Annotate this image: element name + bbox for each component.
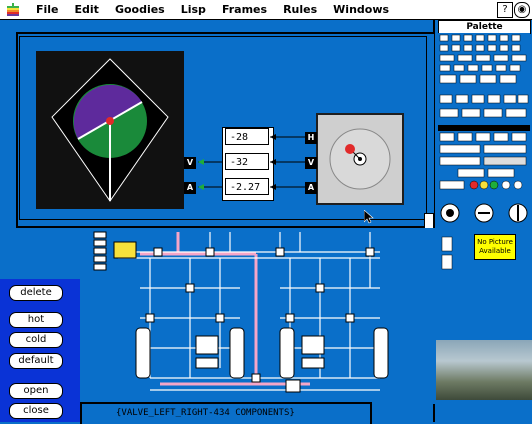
menu-rules[interactable]: Rules: [275, 3, 325, 16]
menu-file[interactable]: File: [28, 3, 67, 16]
delete-button[interactable]: delete: [9, 285, 63, 301]
light-gauge-panel: [316, 113, 404, 205]
dial-marker: [345, 144, 355, 154]
palette-components: [438, 33, 530, 270]
resize-handle[interactable]: [424, 213, 434, 229]
port-a-right[interactable]: A: [305, 182, 317, 194]
status-text: {VALVE_LEFT_RIGHT-434 COMPONENTS}: [116, 408, 295, 418]
close-button[interactable]: close: [9, 403, 63, 419]
menu-windows[interactable]: Windows: [325, 3, 397, 16]
status-bar: {VALVE_LEFT_RIGHT-434 COMPONENTS}: [80, 402, 372, 424]
menu-frames[interactable]: Frames: [214, 3, 275, 16]
connector-lines: [198, 134, 305, 190]
apple-icon[interactable]: [6, 2, 20, 17]
menu-lisp[interactable]: Lisp: [173, 3, 214, 16]
cold-button[interactable]: cold: [9, 332, 63, 348]
menu-bar: File Edit Goodies Lisp Frames Rules Wind…: [0, 0, 532, 20]
port-h-right[interactable]: H: [305, 132, 317, 144]
port-v-right[interactable]: V: [305, 157, 317, 169]
gauge-center: [106, 117, 114, 125]
port-v-left[interactable]: V: [184, 157, 196, 169]
hot-button[interactable]: hot: [9, 312, 63, 328]
palette-title: Palette: [438, 20, 531, 34]
port-a-left[interactable]: A: [184, 182, 196, 194]
app-icon[interactable]: ◉: [514, 2, 530, 18]
no-picture-available: No Picture Available: [474, 234, 516, 260]
menu-edit[interactable]: Edit: [67, 3, 107, 16]
open-button[interactable]: open: [9, 383, 63, 399]
dark-gauge-panel: [36, 51, 184, 209]
menu-goodies[interactable]: Goodies: [107, 3, 173, 16]
mouse-cursor-icon: [364, 210, 374, 224]
help-icon[interactable]: ?: [497, 2, 513, 18]
default-button[interactable]: default: [9, 353, 63, 369]
piping-schematic: [80, 228, 436, 404]
photo-thumbnail: [435, 340, 532, 400]
